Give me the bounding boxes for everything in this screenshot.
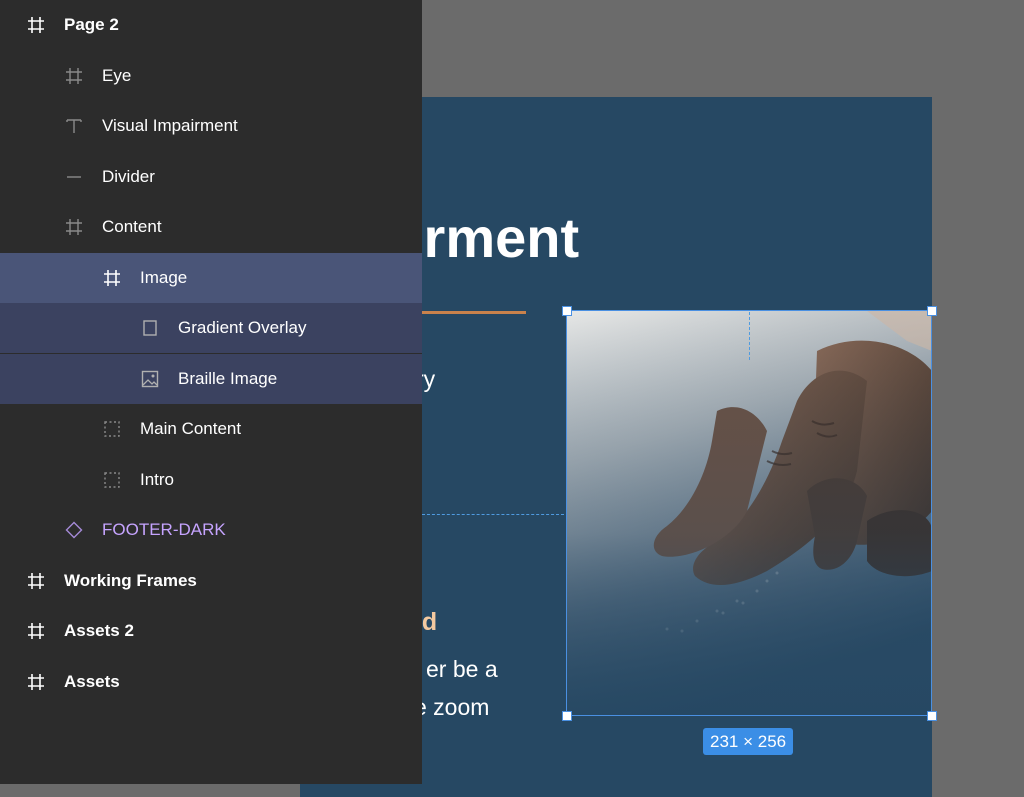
frame-icon	[26, 621, 46, 641]
layer-working-frames[interactable]: Working Frames	[0, 556, 422, 606]
layer-main-content[interactable]: Main Content	[0, 404, 422, 454]
frame-icon	[26, 672, 46, 692]
heading-text[interactable]: irment	[408, 203, 579, 273]
resize-handle-top-right[interactable]	[927, 306, 937, 316]
layer-label: Braille Image	[178, 369, 278, 388]
vertical-guide	[749, 312, 750, 360]
frame-icon	[64, 217, 84, 237]
layer-label: Main Content	[140, 419, 242, 438]
body-text-line-1[interactable]: er be a	[426, 654, 498, 684]
layer-label: Visual Impairment	[102, 116, 238, 135]
layer-label: Working Frames	[64, 571, 197, 590]
image-icon	[140, 369, 160, 389]
layer-label: Eye	[102, 66, 132, 85]
layer-divider[interactable]: Divider	[0, 152, 422, 202]
selection-size-badge: 231 × 256	[703, 728, 794, 755]
layer-label: Gradient Overlay	[178, 318, 307, 337]
layer-page-2[interactable]: Page 2	[0, 0, 422, 50]
layer-gradient-overlay[interactable]: Gradient Overlay	[0, 303, 422, 353]
layer-assets[interactable]: Assets	[0, 657, 422, 707]
layer-label: Divider	[102, 167, 155, 186]
resize-handle-top-left[interactable]	[562, 306, 572, 316]
layer-label: Assets	[64, 672, 120, 691]
layer-label: Page 2	[64, 15, 119, 34]
text-icon	[64, 116, 84, 136]
group-icon	[102, 419, 122, 439]
layer-eye[interactable]: Eye	[0, 51, 422, 101]
horizontal-guide	[422, 514, 564, 515]
resize-handle-bottom-right[interactable]	[927, 711, 937, 721]
group-icon	[102, 470, 122, 490]
layer-label: Image	[140, 268, 188, 287]
layer-assets-2[interactable]: Assets 2	[0, 606, 422, 656]
layer-content[interactable]: Content	[0, 202, 422, 252]
layer-label: FOOTER-DARK	[102, 520, 226, 539]
braille-image[interactable]	[567, 311, 932, 716]
frame-icon	[64, 66, 84, 86]
layer-label: Assets 2	[64, 621, 134, 640]
braille-photo	[567, 311, 932, 716]
layer-label: Intro	[140, 470, 175, 489]
frame-icon	[26, 571, 46, 591]
layer-intro[interactable]: Intro	[0, 455, 422, 505]
layer-label: Content	[102, 217, 162, 236]
component-icon	[64, 520, 84, 540]
rectangle-icon	[140, 318, 160, 338]
layer-braille-image[interactable]: Braille Image	[0, 354, 422, 404]
layer-visual-impairment[interactable]: Visual Impairment	[0, 101, 422, 151]
layer-footer-dark[interactable]: FOOTER-DARK	[0, 505, 422, 555]
resize-handle-bottom-left[interactable]	[562, 711, 572, 721]
line-icon	[64, 167, 84, 187]
layer-image[interactable]: Image	[0, 253, 422, 303]
layers-panel: Page 2 Eye Visual Impairment Divider Con…	[0, 0, 422, 784]
body-text-line-2[interactable]: e zoom	[414, 692, 489, 722]
frame-icon	[102, 268, 122, 288]
frame-icon	[26, 15, 46, 35]
